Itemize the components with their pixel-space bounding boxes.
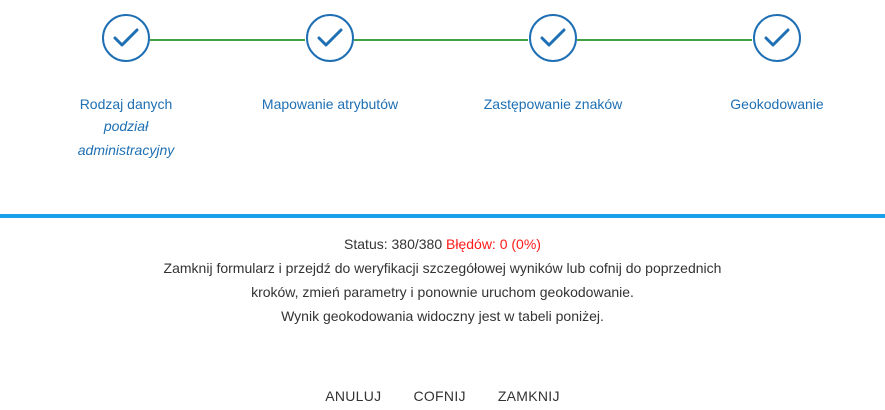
step-circle xyxy=(102,14,150,62)
step-label: Mapowanie atrybutów xyxy=(261,96,399,112)
wizard-stepper: Rodzaj danych podział administracyjny Ma… xyxy=(0,0,885,200)
step-circle xyxy=(306,14,354,62)
status-line: Status: 380/380 Błędów: 0 (0%) xyxy=(0,232,885,256)
status-message-line: Zamknij formularz i przejdź do weryfikac… xyxy=(163,260,722,276)
cancel-button[interactable]: ANULUJ xyxy=(309,388,397,404)
checkmark-icon xyxy=(317,28,343,47)
back-button[interactable]: COFNIJ xyxy=(397,388,481,404)
step-sublabel: podział administracyjny xyxy=(77,118,175,158)
step-label: Geokodowanie xyxy=(730,96,824,112)
close-button[interactable]: ZAMKNIJ xyxy=(482,388,576,404)
step-mapowanie-atrybutow[interactable]: Mapowanie atrybutów xyxy=(250,14,410,114)
step-circle xyxy=(753,14,801,62)
step-zastepowanie-znakow[interactable]: Zastępowanie znaków xyxy=(473,14,633,114)
section-divider xyxy=(0,214,885,218)
dialog-actions: ANULUJ COFNIJ ZAMKNIJ xyxy=(0,388,885,404)
checkmark-icon xyxy=(540,28,566,47)
status-panel: Status: 380/380 Błędów: 0 (0%) Zamknij f… xyxy=(0,232,885,328)
status-count: Status: 380/380 xyxy=(344,236,443,252)
step-circle xyxy=(529,14,577,62)
step-label: Zastępowanie znaków xyxy=(483,96,623,112)
status-message-line: Wynik geokodowania widoczny jest w tabel… xyxy=(281,308,604,324)
status-message-line: kroków, zmień parametry i ponownie uruch… xyxy=(251,284,634,300)
checkmark-icon xyxy=(764,28,790,47)
step-label: Rodzaj danych xyxy=(79,96,173,112)
error-count: Błędów: 0 (0%) xyxy=(446,236,541,252)
step-rodzaj-danych[interactable]: Rodzaj danych podział administracyjny xyxy=(46,14,206,162)
checkmark-icon xyxy=(113,28,139,47)
step-geokodowanie[interactable]: Geokodowanie xyxy=(697,14,857,114)
